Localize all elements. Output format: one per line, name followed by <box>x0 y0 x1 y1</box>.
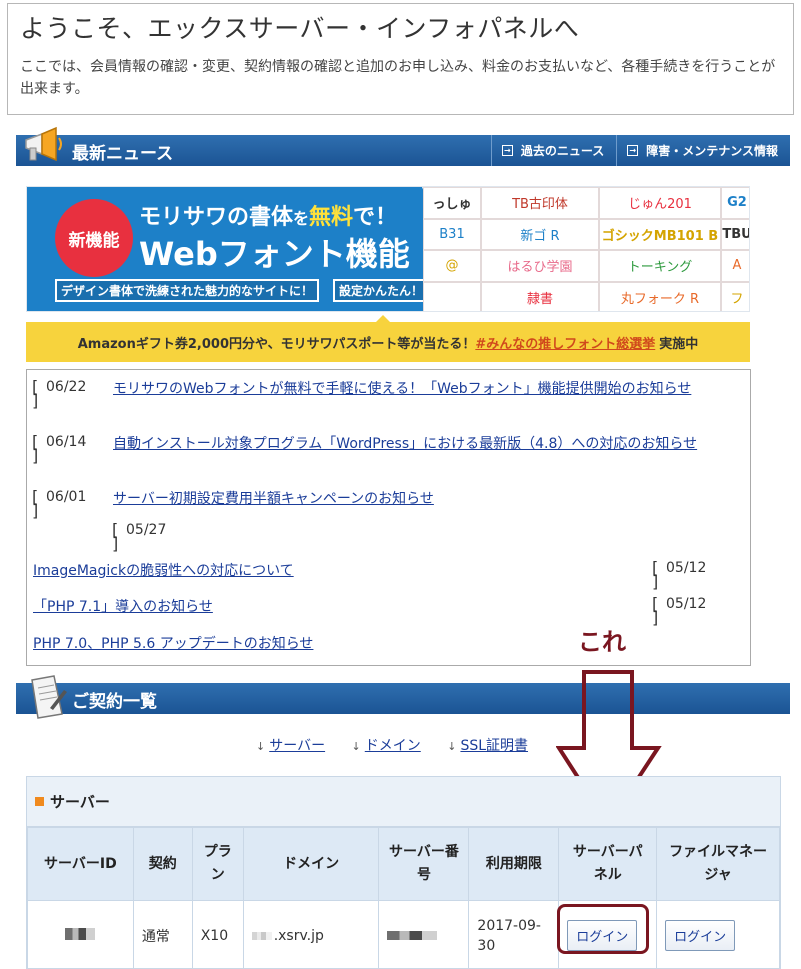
font-sample: はるひ学園 <box>481 250 599 282</box>
news-link[interactable]: ImageMagickの脆弱性への対応について <box>33 561 645 582</box>
welcome-title: ようこそ、エックスサーバー・インフォパネルへ <box>20 14 580 43</box>
news-date: [06/14] <box>32 432 87 465</box>
font-sample: ゴシックMB101 B <box>599 218 721 250</box>
link-ssl[interactable]: SSL証明書 <box>460 738 528 754</box>
font-sample <box>423 281 481 311</box>
contracts-title: ご契約一覧 <box>72 692 157 712</box>
font-sample: G2 <box>721 187 749 219</box>
contracts-header: ご契約一覧 <box>16 683 790 714</box>
redacted-server-id <box>65 927 96 940</box>
font-sample: っしゅ <box>423 187 481 219</box>
arrow-box-icon: → <box>501 145 513 156</box>
plan-cell: X10 <box>191 900 244 968</box>
font-sample: @ <box>423 250 481 282</box>
font-sample-grid: っしゅ TB古印体 じゅん201 G2 B31 新ゴ R ゴシックMB101 B… <box>423 187 749 311</box>
down-arrow-icon: ↓ <box>447 740 457 753</box>
maintenance-info-link[interactable]: → 障害・メンテナンス情報 <box>616 135 790 166</box>
news-date: [06/01] <box>32 487 87 520</box>
news-link[interactable]: PHP 7.0、PHP 5.6 アップデートのお知らせ <box>33 634 645 655</box>
news-date: [05/12] <box>652 558 707 591</box>
down-arrow-icon: ↓ <box>351 740 361 753</box>
col-header: サーバーID <box>27 827 134 901</box>
amazon-campaign-bar: Amazonギフト券2,000円分や、モリサワパスポート等が当たる！ #みんなの… <box>26 322 750 362</box>
font-sample: 丸フォーク R <box>599 281 721 311</box>
news-link[interactable]: モリサワのWebフォントが無料で手軽に使える！「Webフォント」機能提供開始のお… <box>113 379 725 400</box>
news-link[interactable]: 「PHP 7.1」導入のお知らせ <box>33 597 645 618</box>
redacted-server-number <box>387 930 438 940</box>
font-election-link[interactable]: #みんなの推しフォント総選挙 <box>475 333 655 352</box>
annotation-highlight-ring <box>557 904 649 954</box>
document-icon <box>31 675 67 719</box>
news-title: 最新ニュース <box>72 144 174 164</box>
banner-tag-design: デザイン書体で洗練された魅力的なサイトに！ <box>55 279 320 302</box>
expiry-cell: 2017-09-30 <box>468 900 560 968</box>
server-id-cell <box>27 900 134 968</box>
font-sample: B31 <box>423 218 481 250</box>
megaphone-icon <box>25 126 62 162</box>
past-news-link[interactable]: → 過去のニュース <box>490 135 616 166</box>
banner-promo-panel: 新機能 モリサワの書体を無料で！ Webフォント機能 デザイン書体で洗練された魅… <box>27 187 475 311</box>
server-number-cell <box>378 900 470 968</box>
col-header: プラン <box>191 827 244 901</box>
file-manager-login-button[interactable]: ログイン <box>665 920 736 951</box>
font-sample: 隷書 <box>481 281 599 311</box>
server-section: サーバー サーバーID 契約 プラン ドメイン サーバー番号 利用期限 サーバー… <box>26 776 781 969</box>
news-date: [05/12] <box>652 594 707 627</box>
webfont-banner[interactable]: 新機能 モリサワの書体を無料で！ Webフォント機能 デザイン書体で洗練された魅… <box>26 186 750 312</box>
col-header: ファイルマネージャ <box>656 827 780 901</box>
col-header: ドメイン <box>242 827 380 901</box>
news-list <box>26 369 751 666</box>
font-sample: フ <box>721 281 749 311</box>
welcome-panel: ようこそ、エックスサーバー・インフォパネルへ ここでは、会員情報の確認・変更、契… <box>7 3 794 115</box>
orange-square-icon <box>35 797 44 806</box>
col-header: 契約 <box>132 827 193 901</box>
banner-feature-name: Webフォント機能 <box>139 235 410 273</box>
banner-tag-easy: 設定かんたん！ <box>333 279 430 302</box>
file-manager-cell: ログイン <box>656 900 780 968</box>
table-header-row: サーバーID 契約 プラン ドメイン サーバー番号 利用期限 サーバーパネル フ… <box>27 827 780 901</box>
new-feature-badge: 新機能 <box>55 199 133 277</box>
font-sample: TBU <box>721 218 749 250</box>
col-header: サーバー番号 <box>378 827 470 901</box>
font-sample: トーキング <box>599 250 721 282</box>
news-link[interactable]: サーバー初期設定費用半額キャンペーンのお知らせ <box>113 489 725 510</box>
col-header: 利用期限 <box>468 827 560 901</box>
redacted-domain-prefix <box>251 931 272 940</box>
server-section-header: サーバー <box>27 777 780 827</box>
down-arrow-icon: ↓ <box>256 740 266 753</box>
annotation-label: これ <box>578 628 626 656</box>
news-date: [05/27] <box>112 520 167 553</box>
link-server[interactable]: サーバー <box>269 738 325 754</box>
news-header: 最新ニュース → 過去のニュース → 障害・メンテナンス情報 <box>16 135 790 166</box>
arrow-box-icon: → <box>627 145 639 156</box>
contract-links: ↓ サーバー ↓ ドメイン ↓ SSL証明書 <box>256 735 550 755</box>
welcome-description: ここでは、会員情報の確認・変更、契約情報の確認と追加のお申し込み、料金のお支払い… <box>20 59 776 97</box>
col-header: サーバーパネル <box>558 827 658 901</box>
news-link[interactable]: 自動インストール対象プログラム「WordPress」における最新版（4.8）への… <box>113 434 725 455</box>
font-sample: 新ゴ R <box>481 218 599 250</box>
banner-headline: モリサワの書体を無料で！ <box>139 205 398 230</box>
table-row: 通常 X10 .xsrv.jp 2017-09-30 ログイン ログイン <box>27 900 780 968</box>
domain-cell: .xsrv.jp <box>242 900 380 968</box>
contract-cell: 通常 <box>132 900 193 968</box>
news-date: [06/22] <box>32 377 87 410</box>
font-sample: TB古印体 <box>481 187 599 219</box>
font-sample: じゅん201 <box>599 187 721 219</box>
link-domain[interactable]: ドメイン <box>365 738 421 754</box>
font-sample: A <box>721 250 749 282</box>
server-table: サーバーID 契約 プラン ドメイン サーバー番号 利用期限 サーバーパネル フ… <box>27 827 780 968</box>
